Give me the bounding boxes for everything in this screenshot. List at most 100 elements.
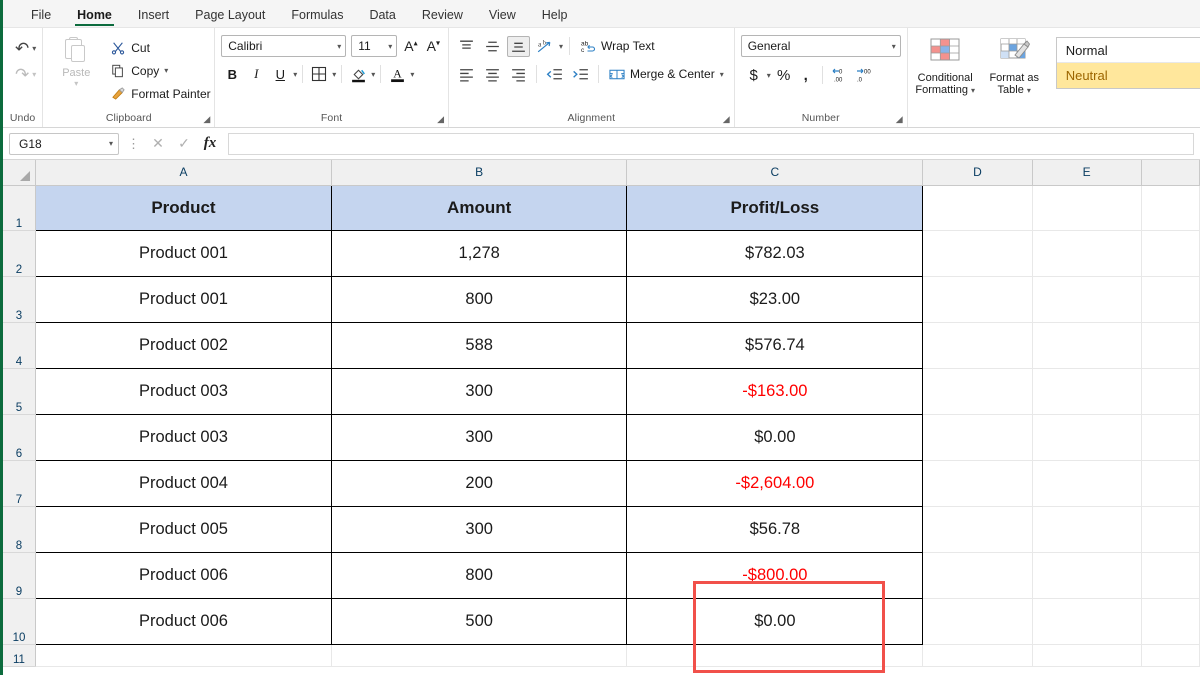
chevron-down-icon[interactable]: ▾ — [164, 66, 168, 75]
cell-E10[interactable] — [1032, 598, 1142, 645]
column-header-c[interactable]: C — [626, 160, 924, 186]
tab-view[interactable]: View — [479, 6, 526, 27]
cell-E3[interactable] — [1032, 276, 1142, 323]
cell-E9[interactable] — [1032, 552, 1142, 599]
cell-A6[interactable]: Product 003 — [34, 413, 332, 461]
cell-F6[interactable] — [1141, 414, 1200, 461]
cell-E1[interactable] — [1032, 185, 1142, 231]
chevron-down-icon[interactable]: ▾ — [32, 70, 36, 79]
chevron-down-icon[interactable]: ▾ — [971, 86, 975, 95]
cell-C5[interactable]: -$163.00 — [626, 367, 924, 415]
cell-B3[interactable]: 800 — [330, 275, 628, 323]
cell-D4[interactable] — [922, 322, 1033, 369]
font-dialog-launcher-icon[interactable]: ◢ — [437, 114, 444, 125]
cell-B11[interactable] — [331, 644, 628, 667]
cut-button[interactable]: Cut — [107, 37, 213, 58]
tab-file[interactable]: File — [21, 6, 61, 27]
cell-D7[interactable] — [922, 460, 1033, 507]
name-box[interactable]: G18 ▾ — [9, 132, 119, 155]
tab-page-layout[interactable]: Page Layout — [185, 6, 275, 27]
cell-A2[interactable]: Product 001 — [34, 229, 332, 277]
redo-button[interactable]: ↷ ▾ — [9, 61, 36, 87]
cell-D6[interactable] — [922, 414, 1033, 461]
cell-D11[interactable] — [922, 644, 1033, 667]
number-dialog-launcher-icon[interactable]: ◢ — [896, 114, 903, 125]
align-middle-button[interactable] — [481, 36, 504, 57]
cell-A4[interactable]: Product 002 — [34, 321, 332, 369]
insert-function-fx-icon[interactable]: fx — [200, 133, 220, 155]
align-top-button[interactable] — [455, 36, 478, 57]
cell-B9[interactable]: 800 — [330, 551, 628, 599]
cancel-x-icon[interactable]: ✕ — [148, 133, 168, 155]
increase-font-size-button[interactable]: A▴ — [402, 38, 419, 54]
cell-D3[interactable] — [922, 276, 1033, 323]
copy-button[interactable]: Copy ▾ — [107, 60, 213, 81]
decrease-decimal-button[interactable]: 00.0 — [854, 64, 874, 86]
borders-button[interactable] — [308, 63, 330, 85]
undo-button[interactable]: ↶ ▾ — [9, 35, 36, 61]
comma-format-button[interactable]: , — [797, 64, 815, 86]
cell-E2[interactable] — [1032, 230, 1142, 277]
cell-F2[interactable] — [1141, 230, 1200, 277]
row-header-10[interactable]: 10 — [3, 598, 36, 645]
cell-F10[interactable] — [1141, 598, 1200, 645]
font-color-button[interactable]: A — [386, 63, 408, 85]
cell-E5[interactable] — [1032, 368, 1142, 415]
format-painter-button[interactable]: Format Painter — [107, 83, 213, 104]
cell-E8[interactable] — [1032, 506, 1142, 553]
column-header-d[interactable]: D — [922, 160, 1033, 186]
cell-C1[interactable]: Profit/Loss — [626, 184, 924, 231]
tab-review[interactable]: Review — [412, 6, 473, 27]
chevron-down-icon[interactable]: ▾ — [1027, 86, 1031, 95]
align-bottom-button[interactable] — [506, 35, 530, 57]
row-header-3[interactable]: 3 — [3, 276, 36, 323]
cell-B5[interactable]: 300 — [330, 367, 628, 415]
cell-B6[interactable]: 300 — [330, 413, 628, 461]
chevron-down-icon[interactable]: ▾ — [293, 70, 297, 79]
cell-C8[interactable]: $56.78 — [626, 505, 924, 553]
cell-style-normal[interactable]: Normal — [1056, 38, 1200, 63]
cell-C11[interactable] — [626, 644, 924, 667]
font-name-combobox[interactable]: Calibri ▾ — [221, 35, 347, 57]
cell-F5[interactable] — [1141, 368, 1200, 415]
fill-color-button[interactable] — [347, 63, 369, 85]
orientation-button[interactable]: ab — [533, 36, 556, 57]
formula-input[interactable] — [228, 132, 1194, 155]
tab-help[interactable]: Help — [532, 6, 578, 27]
row-header-6[interactable]: 6 — [3, 414, 36, 461]
cell-B2[interactable]: 1,278 — [330, 229, 628, 277]
cell-E6[interactable] — [1032, 414, 1142, 461]
cell-D5[interactable] — [922, 368, 1033, 415]
row-header-2[interactable]: 2 — [3, 230, 36, 277]
increase-decimal-button[interactable]: 0.00 — [830, 64, 850, 86]
cell-A11[interactable] — [35, 644, 332, 667]
increase-indent-button[interactable] — [569, 64, 592, 85]
column-header-e[interactable]: E — [1032, 160, 1142, 186]
tab-insert[interactable]: Insert — [128, 6, 179, 27]
cell-B8[interactable]: 300 — [330, 505, 628, 553]
align-center-button[interactable] — [481, 64, 504, 85]
cell-D2[interactable] — [922, 230, 1033, 277]
paste-button[interactable]: Paste ▾ — [49, 35, 103, 104]
font-size-combobox[interactable]: 11 ▾ — [351, 35, 398, 57]
cell-A3[interactable]: Product 001 — [34, 275, 332, 323]
row-header-8[interactable]: 8 — [3, 506, 36, 553]
italic-button[interactable]: I — [245, 63, 267, 85]
cell-C7[interactable]: -$2,604.00 — [626, 459, 924, 507]
cell-C4[interactable]: $576.74 — [626, 321, 924, 369]
bold-button[interactable]: B — [221, 63, 243, 85]
row-header-4[interactable]: 4 — [3, 322, 36, 369]
chevron-down-icon[interactable]: ▾ — [559, 42, 563, 51]
chevron-down-icon[interactable]: ▾ — [410, 70, 414, 79]
cell-B1[interactable]: Amount — [330, 184, 628, 231]
cell-B10[interactable]: 500 — [330, 597, 628, 645]
column-header-b[interactable]: B — [331, 160, 628, 186]
cell-A8[interactable]: Product 005 — [34, 505, 332, 553]
cell-A5[interactable]: Product 003 — [34, 367, 332, 415]
row-header-11[interactable]: 11 — [3, 644, 36, 667]
cell-D8[interactable] — [922, 506, 1033, 553]
tab-data[interactable]: Data — [359, 6, 405, 27]
column-header-a[interactable]: A — [35, 160, 332, 186]
chevron-down-icon[interactable]: ▾ — [720, 70, 724, 79]
chevron-down-icon[interactable]: ▾ — [371, 70, 375, 79]
